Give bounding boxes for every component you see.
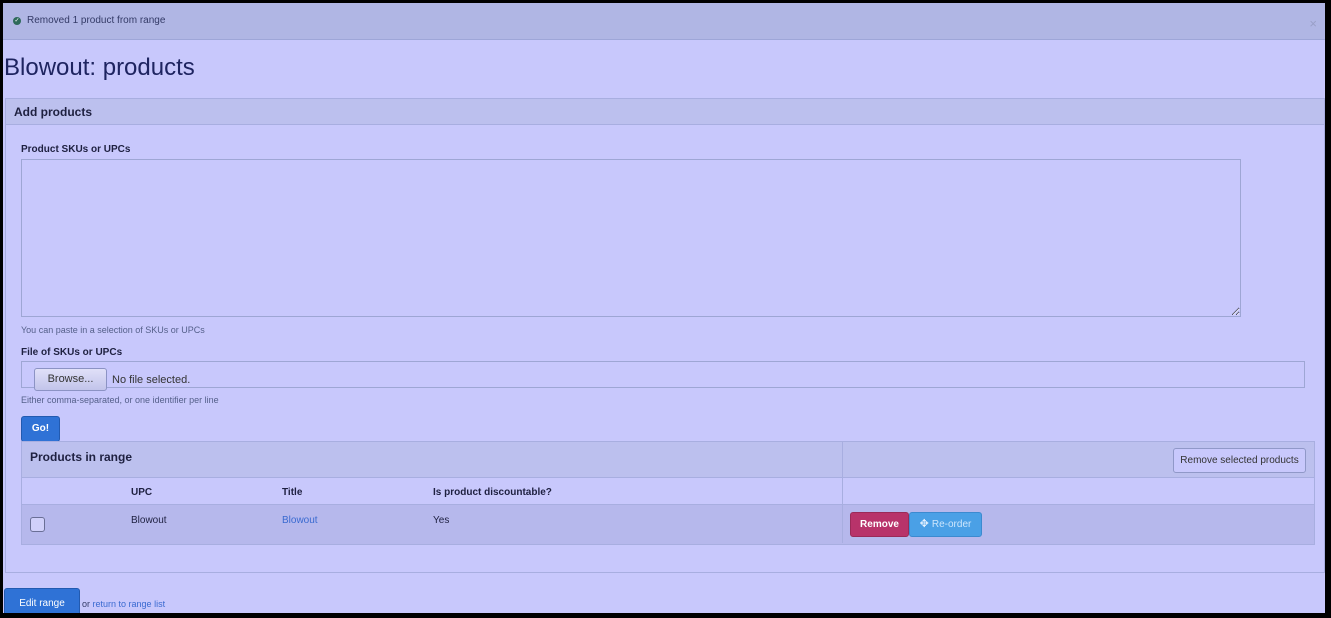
footer-text: or return to range list [82,599,165,609]
table-row: Blowout Blowout Yes Remove ✥ Re-order [22,505,1314,544]
skus-label: Product SKUs or UPCs [21,144,131,155]
file-input[interactable]: Browse... No file selected. [21,361,1305,391]
skus-textarea[interactable] [21,159,1241,317]
row-upc: Blowout [131,515,167,526]
go-button[interactable]: Go! [21,416,60,442]
page-frame: ✓ Removed 1 product from range × Blowout… [3,3,1325,613]
close-icon[interactable]: × [1309,16,1317,31]
alert-message: Removed 1 product from range [27,15,166,26]
file-label: File of SKUs or UPCs [21,347,123,358]
move-icon: ✥ [919,518,929,530]
column-header-discountable: Is product discountable? [433,487,552,498]
row-title-link[interactable]: Blowout [282,515,318,526]
reorder-button[interactable]: ✥ Re-order [909,512,982,537]
file-status: No file selected. [112,374,191,386]
add-products-panel: Add products Product SKUs or UPCs You ca… [5,98,1325,573]
check-circle-icon: ✓ [13,17,21,25]
row-discountable: Yes [433,515,450,526]
skus-help-text: You can paste in a selection of SKUs or … [21,325,205,335]
column-header-upc: UPC [131,487,153,498]
add-products-header: Add products [6,99,1324,125]
page-title: Blowout: products [4,54,195,81]
products-in-range-heading: Products in range [30,450,133,464]
reorder-label: Re-order [931,519,972,530]
file-help-text: Either comma-separated, or one identifie… [21,395,219,405]
products-in-range-panel: Products in range Remove selected produc… [21,441,1315,545]
success-alert: ✓ Removed 1 product from range × [3,3,1325,40]
column-divider [842,442,843,543]
edit-range-button[interactable]: Edit range [4,588,80,613]
column-header-title: Title [282,487,303,498]
row-checkbox[interactable] [30,517,45,532]
return-to-range-list-link[interactable]: return to range list [93,599,166,609]
remove-button[interactable]: Remove [850,512,909,537]
table-header: UPC Title Is product discountable? [22,478,1314,505]
or-text: or [82,599,91,609]
add-products-heading: Add products [14,105,92,119]
products-in-range-header: Products in range Remove selected produc… [22,442,1314,478]
browse-button[interactable]: Browse... [34,368,107,391]
remove-selected-button[interactable]: Remove selected products [1173,448,1306,473]
